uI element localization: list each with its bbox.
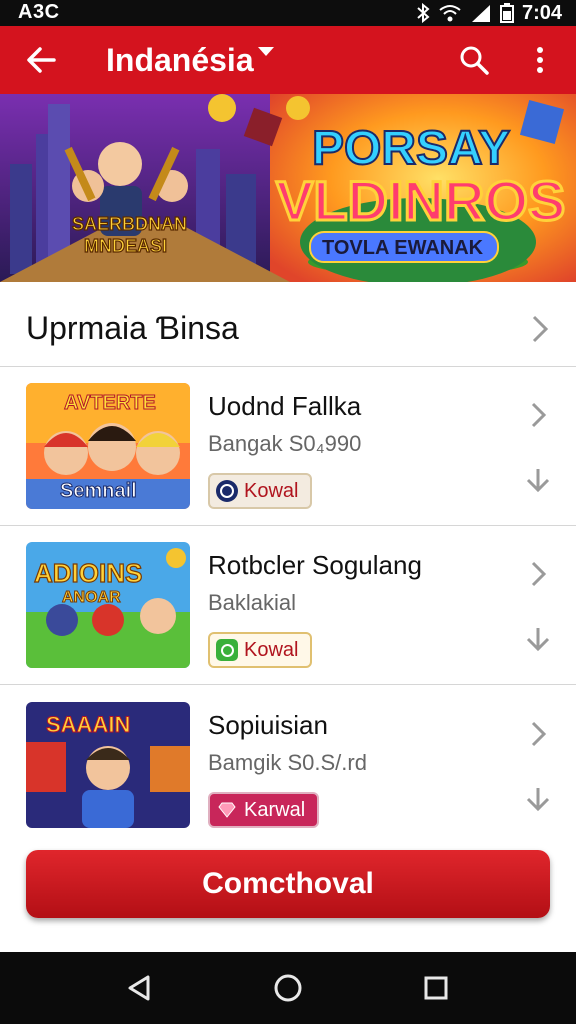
wifi-icon bbox=[439, 5, 461, 22]
clock: 7:04 bbox=[521, 1, 562, 24]
list-item[interactable]: AVTERTE Semnail Uodnd Fallka Bangak S0₄9… bbox=[0, 367, 576, 526]
status-bar: A3C 7:04 bbox=[0, 0, 576, 26]
dropdown-caret-icon bbox=[257, 46, 274, 56]
banner-right-title-2: VLDINROS bbox=[276, 169, 565, 232]
badge-label: Kowal bbox=[244, 638, 299, 661]
game-subtitle: Bamgik S0.S/.rd bbox=[208, 750, 367, 775]
thumb-text: AVTERTE bbox=[64, 392, 156, 414]
system-nav-bar bbox=[0, 952, 576, 1024]
download-icon[interactable] bbox=[524, 624, 552, 654]
brand-circle-icon bbox=[216, 480, 238, 502]
gem-icon bbox=[216, 799, 238, 821]
section-header[interactable]: Uprmaia Ɓinsa bbox=[0, 292, 576, 367]
search-icon[interactable] bbox=[456, 42, 492, 78]
more-vert-icon[interactable] bbox=[526, 42, 554, 78]
game-title: Uodnd Fallka bbox=[208, 391, 362, 421]
game-thumbnail: AVTERTE Semnail bbox=[26, 383, 190, 509]
thumb-text: Semnail bbox=[60, 480, 137, 502]
chevron-right-icon[interactable] bbox=[530, 401, 548, 429]
download-icon[interactable] bbox=[524, 465, 552, 495]
recents-icon[interactable] bbox=[420, 972, 452, 1004]
banner-right-subtitle: TOVLA EWANAK bbox=[322, 237, 484, 259]
title-dropdown[interactable]: Indanésia bbox=[106, 38, 274, 82]
banner-right-title-1: PORSAY bbox=[312, 122, 510, 175]
chevron-right-icon[interactable] bbox=[530, 720, 548, 748]
chevron-right-icon[interactable] bbox=[530, 560, 548, 588]
publisher-badge[interactable]: Karwal bbox=[208, 792, 320, 828]
status-icons: 7:04 bbox=[416, 0, 562, 26]
banner-left-line-1: SAERBDNAN bbox=[72, 214, 187, 234]
game-thumbnail: SAAAIN bbox=[26, 702, 190, 828]
chevron-right-icon bbox=[532, 315, 549, 343]
hero-banner[interactable]: SAERBDNAN MNDEASI PORSAY VLDINROS TOVLA … bbox=[0, 94, 576, 282]
signal-icon bbox=[471, 5, 490, 22]
section-title: Uprmaia Ɓinsa bbox=[26, 310, 239, 346]
list-item[interactable]: ADIOINS ANOAR Rotbcler Sogulang Baklakia… bbox=[0, 526, 576, 685]
banner-art: SAERBDNAN MNDEASI PORSAY VLDINROS TOVLA … bbox=[0, 94, 576, 282]
thumb-text: ANOAR bbox=[62, 589, 121, 606]
game-title: Sopiuisian bbox=[208, 710, 328, 740]
primary-action-button[interactable]: Comcthoval bbox=[26, 850, 550, 918]
thumb-text: ADIOINS bbox=[34, 558, 142, 588]
game-subtitle: Baklakial bbox=[208, 590, 297, 615]
back-arrow-icon[interactable] bbox=[22, 40, 62, 80]
battery-icon bbox=[499, 3, 514, 23]
list-item[interactable]: SAAAIN Sopiuisian Bamgik S0.S/.rd Karwal bbox=[0, 686, 576, 844]
carrier-label: A3C bbox=[18, 1, 60, 23]
publisher-badge[interactable]: Kowal bbox=[208, 473, 313, 509]
banner-left-line-2: MNDEASI bbox=[84, 236, 167, 256]
home-icon[interactable] bbox=[272, 972, 304, 1004]
download-icon[interactable] bbox=[524, 784, 552, 814]
page-title: Indanésia bbox=[106, 41, 254, 78]
publisher-badge[interactable]: Kowal bbox=[208, 632, 313, 668]
app-bar: Indanésia bbox=[0, 26, 576, 94]
game-title: Rotbcler Sogulang bbox=[208, 550, 422, 580]
back-icon[interactable] bbox=[124, 972, 156, 1004]
game-thumbnail: ADIOINS ANOAR bbox=[26, 542, 190, 668]
game-subtitle: Bangak S0₄990 bbox=[208, 431, 362, 456]
bluetooth-icon bbox=[417, 3, 430, 23]
green-square-icon bbox=[216, 639, 238, 661]
badge-label: Kowal bbox=[244, 479, 299, 502]
badge-label: Karwal bbox=[244, 798, 306, 821]
thumb-text: SAAAIN bbox=[46, 712, 130, 737]
